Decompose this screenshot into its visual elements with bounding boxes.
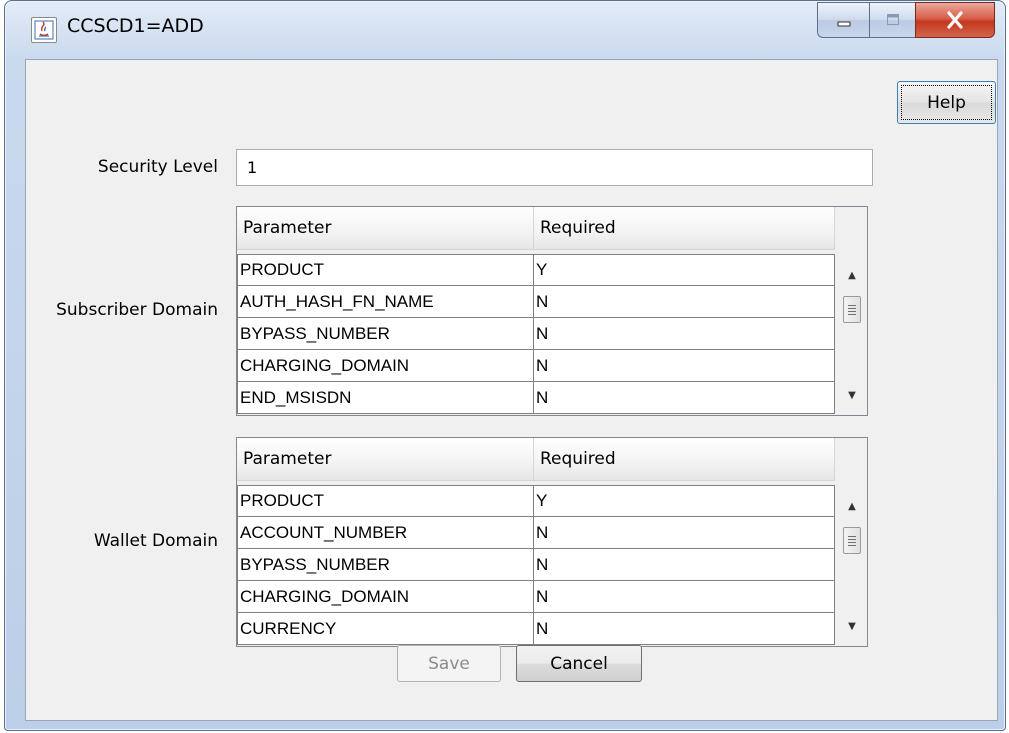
parameter-cell[interactable]: CHARGING_DOMAIN (237, 350, 534, 382)
wallet-domain-table: Parameter Required PRODUCT Y ACCOUNT_NUM… (236, 437, 868, 647)
required-cell[interactable]: N (534, 318, 835, 350)
maximize-button[interactable] (869, 2, 915, 38)
table-row[interactable]: PRODUCT Y (237, 485, 835, 517)
java-cup-icon[interactable] (31, 17, 57, 43)
parameter-cell[interactable]: CHARGING_DOMAIN (237, 581, 534, 613)
parameter-cell[interactable]: END_MSISDN (237, 382, 534, 414)
close-icon (947, 11, 963, 29)
wallet-domain-label: Wallet Domain (93, 531, 218, 551)
window-controls (817, 2, 995, 38)
required-cell[interactable]: N (534, 549, 835, 581)
chevron-up-icon[interactable]: ▲ (841, 264, 863, 286)
required-cell[interactable]: N (534, 517, 835, 549)
required-cell[interactable]: N (534, 613, 835, 645)
column-header-required[interactable]: Required (534, 207, 835, 250)
vertical-scrollbar[interactable]: ▲ ▼ (841, 258, 863, 413)
table-row[interactable]: CURRENCY N (237, 613, 835, 645)
column-header-parameter[interactable]: Parameter (237, 438, 534, 481)
close-button[interactable] (915, 2, 995, 38)
title-bar[interactable]: CCSCD1=ADD (5, 1, 1005, 59)
chevron-up-icon[interactable]: ▲ (841, 495, 863, 517)
parameter-cell[interactable]: PRODUCT (237, 254, 534, 286)
save-button[interactable]: Save (397, 645, 501, 682)
dialog-window: CCSCD1=ADD Help Security Level 1 Subscri… (4, 0, 1006, 731)
table-row[interactable]: AUTH_HASH_FN_NAME N (237, 286, 835, 318)
required-cell[interactable]: Y (534, 254, 835, 286)
table-row[interactable]: BYPASS_NUMBER N (237, 549, 835, 581)
parameter-cell[interactable]: AUTH_HASH_FN_NAME (237, 286, 534, 318)
required-cell[interactable]: N (534, 382, 835, 414)
column-header-parameter[interactable]: Parameter (237, 207, 534, 250)
security-level-input[interactable]: 1 (236, 149, 873, 186)
security-level-label: Security Level (97, 157, 218, 177)
parameter-cell[interactable]: BYPASS_NUMBER (237, 318, 534, 350)
help-button-label: Help (927, 92, 966, 113)
table-row[interactable]: PRODUCT Y (237, 254, 835, 286)
table-header: Parameter Required (237, 438, 835, 481)
subscriber-domain-label: Subscriber Domain (56, 300, 218, 320)
vertical-scrollbar[interactable]: ▲ ▼ (841, 489, 863, 644)
parameter-cell[interactable]: BYPASS_NUMBER (237, 549, 534, 581)
table-row[interactable]: ACCOUNT_NUMBER N (237, 517, 835, 549)
scroll-thumb[interactable] (843, 296, 861, 323)
table-row[interactable]: CHARGING_DOMAIN N (237, 350, 835, 382)
table-row[interactable]: BYPASS_NUMBER N (237, 318, 835, 350)
table-header: Parameter Required (237, 207, 835, 250)
window-title: CCSCD1=ADD (67, 15, 204, 37)
minimize-icon (837, 21, 850, 27)
help-button[interactable]: Help (897, 81, 996, 124)
parameter-cell[interactable]: PRODUCT (237, 485, 534, 517)
table-row[interactable]: END_MSISDN N (237, 382, 835, 414)
table-body: PRODUCT Y AUTH_HASH_FN_NAME N BYPASS_NUM… (237, 254, 835, 414)
dialog-content: Help Security Level 1 Subscriber Domain … (25, 59, 998, 721)
required-cell[interactable]: N (534, 581, 835, 613)
column-header-required[interactable]: Required (534, 438, 835, 481)
minimize-button[interactable] (817, 2, 869, 38)
cancel-button[interactable]: Cancel (516, 645, 642, 682)
table-body: PRODUCT Y ACCOUNT_NUMBER N BYPASS_NUMBER… (237, 485, 835, 645)
chevron-down-icon[interactable]: ▼ (841, 384, 863, 406)
required-cell[interactable]: N (534, 286, 835, 318)
maximize-icon (886, 14, 899, 25)
table-row[interactable]: CHARGING_DOMAIN N (237, 581, 835, 613)
scroll-thumb[interactable] (843, 527, 861, 554)
chevron-down-icon[interactable]: ▼ (841, 615, 863, 637)
parameter-cell[interactable]: CURRENCY (237, 613, 534, 645)
required-cell[interactable]: Y (534, 485, 835, 517)
parameter-cell[interactable]: ACCOUNT_NUMBER (237, 517, 534, 549)
required-cell[interactable]: N (534, 350, 835, 382)
subscriber-domain-table: Parameter Required PRODUCT Y AUTH_HASH_F… (236, 206, 868, 416)
